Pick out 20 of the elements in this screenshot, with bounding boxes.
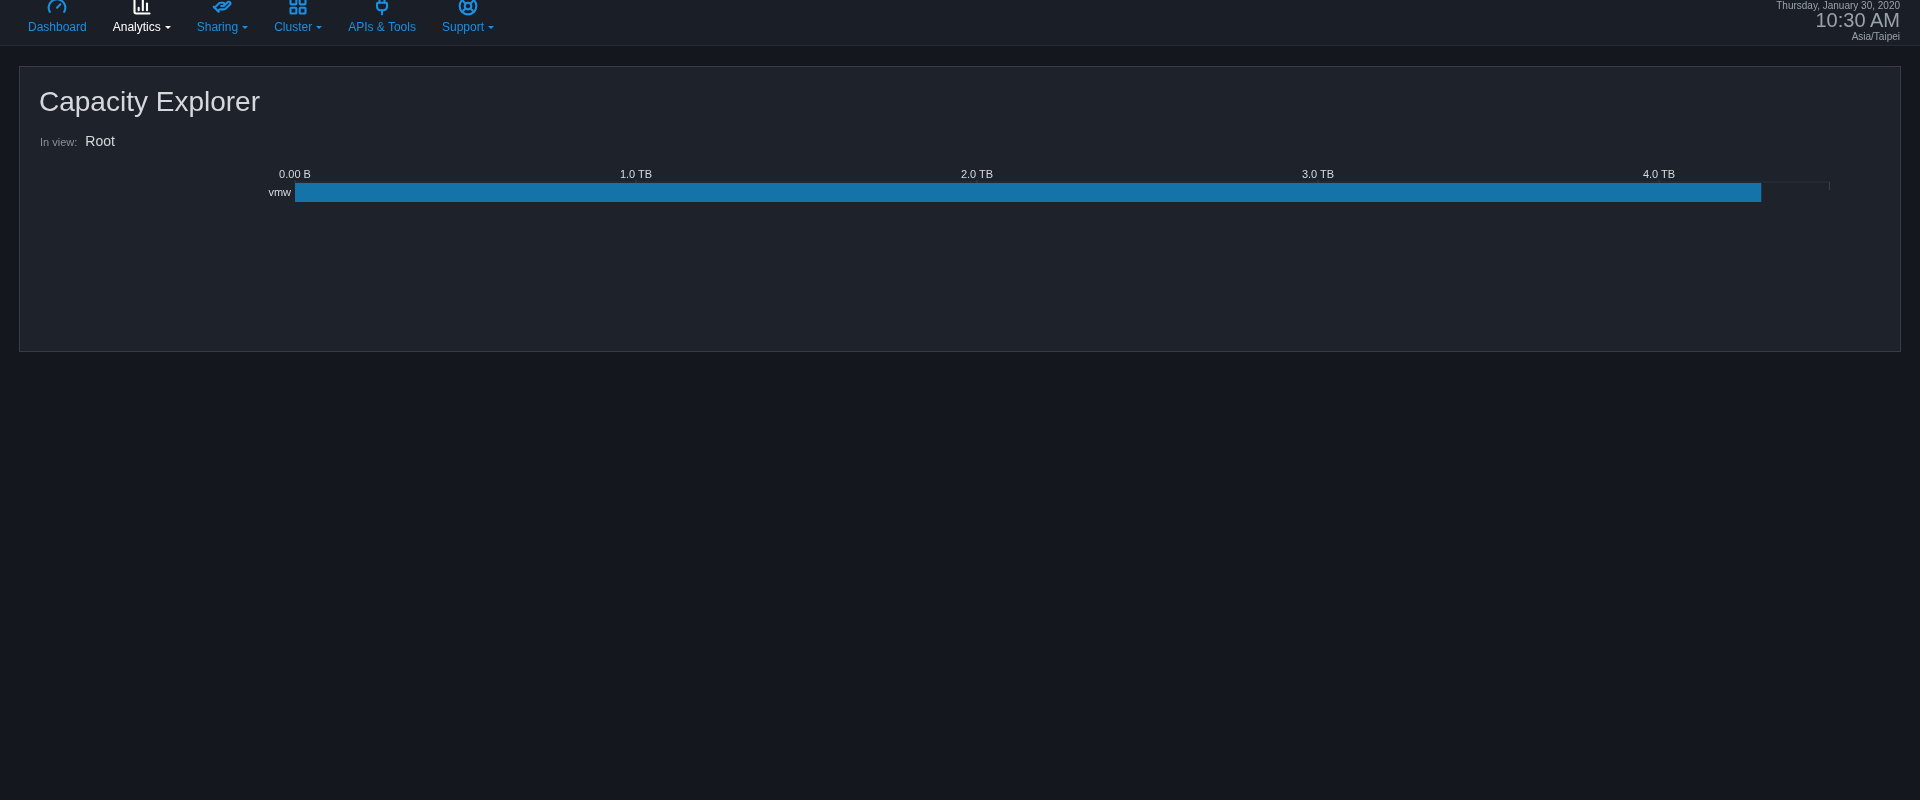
axis-tick-label: 0.00 B [279, 168, 311, 180]
date-text: Thursday, January 30, 2020 [1776, 1, 1900, 11]
in-view-value: Root [85, 132, 115, 151]
time-text: 10:30 AM [1815, 10, 1900, 30]
nav-tab[interactable]: Analytics [112, 0, 171, 36]
capacity-bar[interactable] [295, 183, 1762, 202]
axis-tick-label: 1.0 TB [619, 168, 653, 180]
nav-tab[interactable]: Cluster [274, 0, 323, 36]
in-view-label: In view: [40, 135, 78, 150]
hand-icon [210, 0, 235, 16]
axis-tick-label: 2.0 TB [960, 168, 994, 180]
panel-title: Capacity Explorer [39, 85, 261, 119]
nav-tab[interactable]: Sharing [196, 0, 249, 36]
axis-tick-label: 3.0 TB [1301, 168, 1335, 180]
axis-tick-label: 4.0 TB [1642, 168, 1676, 180]
nav-tab[interactable]: Support [441, 0, 494, 36]
nav-tab[interactable]: Dashboard [28, 0, 87, 36]
timezone-text: Asia/Taipei [1851, 32, 1900, 42]
bar-label: vmw [268, 186, 291, 198]
nav-tab[interactable]: APIs & Tools [348, 0, 416, 36]
